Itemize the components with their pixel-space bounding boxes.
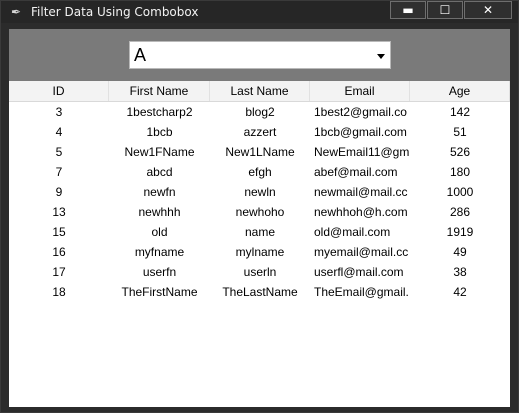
- cell-first-name: userfn: [142, 265, 177, 279]
- cell-id: 16: [52, 245, 66, 259]
- cell-last-name: azzert: [243, 125, 277, 139]
- cell-age: 180: [449, 165, 471, 179]
- table-header: ID First Name Last Name Email Age: [9, 81, 510, 102]
- combobox-value: A: [134, 45, 147, 65]
- cell-id: 15: [52, 225, 66, 239]
- header-last-name[interactable]: Last Name: [210, 81, 310, 101]
- cell-email: 1bcb@gmail.com: [314, 125, 407, 139]
- table-row[interactable]: 16 myfname mylname myemail@mail.cc 49: [9, 242, 510, 262]
- cell-email: old@mail.com: [314, 225, 391, 239]
- table-row[interactable]: 4 1bcb azzert 1bcb@gmail.com 51: [9, 122, 510, 142]
- header-first-name[interactable]: First Name: [109, 81, 210, 101]
- window-controls: ▬ ☐ ✕: [389, 1, 512, 21]
- feather-icon: ✒: [11, 5, 22, 19]
- cell-last-name: TheLastName: [222, 285, 298, 299]
- cell-first-name: 1bcb: [146, 125, 173, 139]
- cell-first-name: abcd: [146, 165, 173, 179]
- cell-email: TheEmail@gmail.: [314, 285, 409, 299]
- cell-age: 49: [453, 245, 467, 259]
- cell-last-name: name: [244, 225, 276, 239]
- title-bar[interactable]: ✒ Filter Data Using Combobox ▬ ☐ ✕: [1, 1, 518, 23]
- table-row[interactable]: 3 1bestcharp2 blog2 1best2@gmail.co 142: [9, 102, 510, 122]
- cell-last-name: mylname: [235, 245, 285, 259]
- cell-age: 1000: [446, 185, 474, 199]
- cell-age: 1919: [446, 225, 474, 239]
- cell-first-name: TheFirstName: [121, 285, 198, 299]
- maximize-button[interactable]: ☐: [427, 1, 463, 19]
- filter-toolbar: A: [9, 29, 510, 81]
- minimize-button[interactable]: ▬: [390, 1, 426, 19]
- table-body: 3 1bestcharp2 blog2 1best2@gmail.co 142 4 1bcb…: [9, 102, 510, 302]
- header-id[interactable]: ID: [9, 81, 109, 101]
- cell-id: 7: [55, 165, 63, 179]
- cell-email: newmail@mail.cc: [314, 185, 408, 199]
- cell-last-name: efgh: [248, 165, 272, 179]
- table-row[interactable]: 13 newhhh newhoho newhhoh@h.com 286: [9, 202, 510, 222]
- cell-email: myemail@mail.cc: [314, 245, 409, 259]
- cell-last-name: userln: [243, 265, 277, 279]
- cell-last-name: New1LName: [225, 145, 295, 159]
- cell-id: 13: [52, 205, 66, 219]
- cell-email: abef@mail.com: [314, 165, 398, 179]
- table-row[interactable]: 15 old name old@mail.com 1919: [9, 222, 510, 242]
- app-window: ✒ Filter Data Using Combobox ▬ ☐ ✕ A ID …: [0, 0, 519, 413]
- cell-email: newhhoh@h.com: [314, 205, 408, 219]
- cell-last-name: newln: [244, 185, 276, 199]
- cell-id: 4: [55, 125, 63, 139]
- cell-age: 42: [453, 285, 467, 299]
- cell-age: 38: [453, 265, 467, 279]
- maximize-icon: ☐: [439, 3, 451, 17]
- cell-last-name: newhoho: [235, 205, 285, 219]
- cell-age: 142: [449, 105, 471, 119]
- cell-email: userfl@mail.com: [314, 265, 404, 279]
- header-email[interactable]: Email: [310, 81, 410, 101]
- cell-first-name: New1FName: [124, 145, 195, 159]
- table-row[interactable]: 17 userfn userln userfl@mail.com 38: [9, 262, 510, 282]
- minimize-icon: ▬: [402, 3, 414, 17]
- dropdown-arrow-icon[interactable]: [377, 54, 385, 59]
- table-row[interactable]: 9 newfn newln newmail@mail.cc 1000: [9, 182, 510, 202]
- close-button[interactable]: ✕: [464, 1, 512, 19]
- data-table: ID First Name Last Name Email Age 3 1best…: [9, 81, 510, 407]
- cell-first-name: old: [151, 225, 168, 239]
- table-row[interactable]: 18 TheFirstName TheLastName TheEmail@gmail.…: [9, 282, 510, 302]
- cell-age: 526: [449, 145, 471, 159]
- cell-first-name: myfname: [134, 245, 185, 259]
- cell-age: 286: [449, 205, 471, 219]
- table-row[interactable]: 5 New1FName New1LName NewEmail11@gm 526: [9, 142, 510, 162]
- cell-id: 3: [55, 105, 63, 119]
- cell-last-name: blog2: [245, 105, 275, 119]
- cell-id: 18: [52, 285, 66, 299]
- main-content: A ID First Name Last Name Email Age 3 1be…: [9, 29, 510, 407]
- cell-first-name: newhhh: [138, 205, 181, 219]
- cell-age: 51: [453, 125, 467, 139]
- close-icon: ✕: [482, 3, 494, 17]
- cell-first-name: newfn: [143, 185, 176, 199]
- cell-email: 1best2@gmail.co: [314, 105, 407, 119]
- cell-first-name: 1bestcharp2: [126, 105, 193, 119]
- table-row[interactable]: 7 abcd efgh abef@mail.com 180: [9, 162, 510, 182]
- header-age[interactable]: Age: [410, 81, 510, 101]
- window-title: Filter Data Using Combobox: [31, 5, 199, 19]
- cell-id: 5: [55, 145, 63, 159]
- cell-email: NewEmail11@gm: [314, 145, 410, 159]
- cell-id: 9: [55, 185, 63, 199]
- cell-id: 17: [52, 265, 66, 279]
- filter-combobox[interactable]: A: [129, 41, 391, 69]
